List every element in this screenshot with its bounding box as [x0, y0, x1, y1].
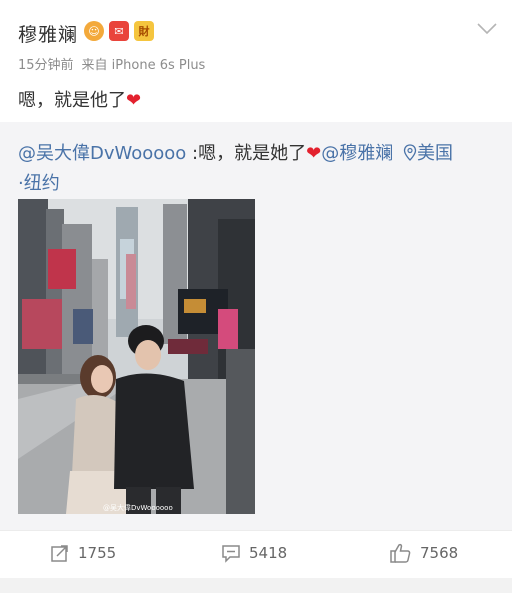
mention-user-link[interactable]: @穆雅斓: [321, 143, 393, 164]
like-button[interactable]: 7568: [390, 543, 458, 563]
repost-icon: [51, 545, 68, 562]
heart-emoji-icon: ❤: [126, 90, 142, 111]
repost-text-block: @吴大偉DvWooooo :嗯，就是她了❤@穆雅斓 美国 ·纽约: [18, 139, 498, 199]
location-country: 美国: [416, 143, 453, 164]
repost-text: :嗯，就是她了: [186, 143, 307, 164]
thumbs-up-icon: [390, 543, 411, 563]
username[interactable]: 穆雅斓: [18, 20, 78, 47]
post-photo[interactable]: @吴大偉DvWoooooo: [18, 199, 255, 514]
comment-icon: [222, 545, 240, 563]
repost-button[interactable]: 1755: [50, 543, 116, 563]
bottom-separator: [0, 578, 512, 593]
red-envelope-badge-icon[interactable]: ✉: [109, 21, 129, 41]
post-header: 穆雅斓 ☺ ✉ 財 15分钟前 来自 iPhone 6s Plus 嗯，就是他了❤: [0, 0, 512, 122]
comment-button[interactable]: 5418: [221, 543, 287, 563]
user-badges: ☺ ✉ 財: [84, 21, 154, 41]
mention-author-link[interactable]: @吴大偉DvWooooo: [18, 143, 186, 164]
reposted-content[interactable]: @吴大偉DvWooooo :嗯，就是她了❤@穆雅斓 美国 ·纽约 @吴大偉DvW…: [0, 122, 512, 530]
post-body: 嗯，就是他了❤: [18, 86, 141, 112]
vip-badge-icon[interactable]: ☺: [84, 21, 104, 41]
post-source[interactable]: 来自 iPhone 6s Plus: [82, 58, 206, 73]
times-square-photo: @吴大偉DvWoooooo: [18, 199, 255, 514]
wealth-badge-icon[interactable]: 財: [134, 21, 154, 41]
location-city: ·纽约: [18, 173, 60, 194]
action-bar: 1755 5418 7568: [0, 530, 512, 578]
chevron-down-icon[interactable]: [476, 22, 498, 36]
heart-emoji-icon: ❤: [306, 143, 322, 164]
comment-count: 5418: [249, 544, 288, 562]
location-pin-icon: [403, 144, 417, 161]
repost-count: 1755: [78, 544, 117, 562]
photo-watermark: @吴大偉DvWoooooo: [103, 503, 173, 512]
post-meta: 15分钟前 来自 iPhone 6s Plus: [18, 54, 205, 73]
like-count: 7568: [420, 544, 459, 562]
post-text: 嗯，就是他了: [18, 90, 126, 111]
post-time: 15分钟前: [18, 58, 74, 73]
